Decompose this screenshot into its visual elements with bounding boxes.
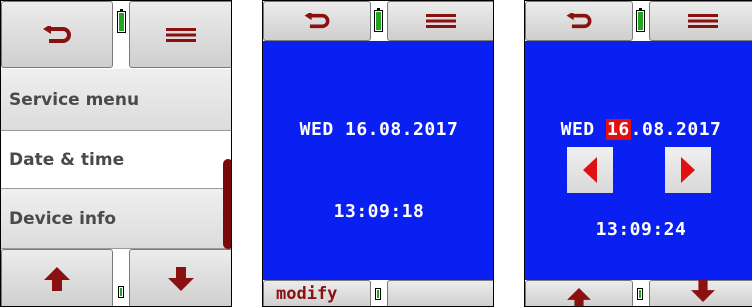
menu-icon [688, 14, 718, 28]
date-suffix: .08.2017 [630, 119, 722, 140]
scrollbar-thumb[interactable] [223, 159, 231, 249]
menu-item-label: Date & time [9, 149, 125, 170]
up-button[interactable] [525, 280, 633, 306]
menu-button[interactable] [129, 1, 231, 68]
date-prefix: WED [560, 119, 606, 140]
empty-soft-key[interactable] [387, 280, 493, 306]
date-label: WED 16.08.2017 [299, 119, 459, 140]
menu-screen: Service menu Date & time Device info [0, 0, 232, 307]
battery-icon [375, 288, 381, 300]
date-label: WED 16.08.2017 [525, 119, 752, 140]
date-edit-screen: WED 16.08.2017 13:09:24 [524, 0, 752, 307]
display-area: WED 16.08.2017 13:09:24 [525, 41, 752, 280]
battery-icon [637, 288, 643, 300]
battery-icon [117, 9, 126, 33]
menu-item-service[interactable]: Service menu [1, 69, 231, 131]
down-button[interactable] [649, 280, 752, 306]
arrow-down-icon [691, 280, 715, 302]
menu-button[interactable] [649, 1, 752, 41]
up-button[interactable] [1, 249, 113, 306]
menu-item-label: Service menu [9, 89, 140, 110]
menu-item-label: Device info [9, 208, 117, 229]
arrow-right-icon [681, 157, 695, 183]
battery-icon [118, 286, 124, 298]
menu-button[interactable] [387, 1, 493, 41]
back-button[interactable] [263, 1, 371, 41]
menu-item-device-info[interactable]: Device info [1, 189, 231, 249]
time-label: 13:09:18 [333, 201, 425, 222]
modify-label: modify [276, 284, 338, 304]
time-label: 13:09:24 [595, 219, 687, 240]
arrow-down-icon [168, 266, 194, 291]
back-icon [43, 25, 71, 43]
modify-button[interactable]: modify [263, 280, 371, 306]
selected-day-field[interactable]: 16 [605, 119, 631, 140]
back-icon [304, 13, 330, 29]
back-button[interactable] [1, 1, 113, 68]
display-area: WED 16.08.2017 13:09:18 [263, 41, 493, 280]
menu-item-date-time[interactable]: Date & time [1, 131, 231, 189]
arrow-left-icon [583, 157, 597, 183]
menu-icon [166, 27, 196, 42]
decrement-button[interactable] [567, 147, 613, 193]
back-button[interactable] [525, 1, 633, 41]
date-time-screen: WED 16.08.2017 13:09:18 modify [262, 0, 494, 307]
menu-icon [426, 14, 456, 28]
battery-icon [636, 8, 645, 32]
increment-button[interactable] [665, 147, 711, 193]
arrow-up-icon [567, 288, 591, 306]
arrow-up-icon [44, 266, 70, 291]
down-button[interactable] [129, 249, 231, 306]
status-strip [114, 249, 128, 306]
battery-icon [374, 8, 383, 32]
back-icon [566, 13, 592, 29]
